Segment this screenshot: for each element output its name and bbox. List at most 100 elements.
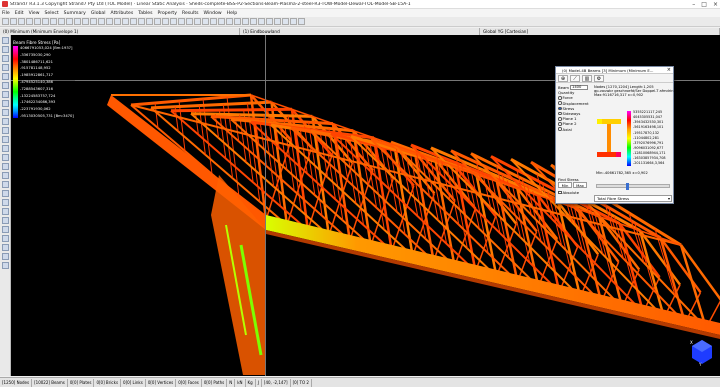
quantity-radio[interactable]: [558, 122, 562, 126]
side-tool-icon[interactable]: [1, 154, 9, 161]
toolbar-tool-icon[interactable]: [74, 18, 81, 25]
find-max-button[interactable]: Max: [573, 182, 587, 188]
side-tool-icon[interactable]: [1, 46, 9, 53]
quantity-radio[interactable]: [558, 111, 562, 116]
menu-attributes[interactable]: Attributes: [111, 11, 134, 16]
toolbar-tool-icon[interactable]: [290, 18, 297, 25]
menu-file[interactable]: File: [2, 11, 10, 16]
toolbar-tool-icon[interactable]: [66, 18, 73, 25]
toolbar-tool-icon[interactable]: [82, 18, 89, 25]
quantity-radio[interactable]: [558, 96, 562, 100]
side-tool-icon[interactable]: [1, 226, 9, 233]
side-tool-icon[interactable]: [1, 244, 9, 251]
toolbar-tool-icon[interactable]: [298, 18, 305, 25]
side-tool-icon[interactable]: [1, 100, 9, 107]
side-tool-icon[interactable]: [1, 208, 9, 215]
side-tool-icon[interactable]: [1, 73, 9, 80]
menu-help[interactable]: Help: [227, 11, 237, 16]
quantity-radio[interactable]: [558, 101, 562, 105]
dialog-close-icon[interactable]: ×: [667, 67, 671, 73]
toolbar-tool-icon[interactable]: [98, 18, 105, 25]
orientation-cube-icon[interactable]: X Y: [690, 336, 714, 366]
menu-select[interactable]: Select: [45, 11, 59, 16]
toolbar-tool-icon[interactable]: [210, 18, 217, 25]
maximize-button[interactable]: □: [701, 1, 707, 8]
side-tool-icon[interactable]: [1, 181, 9, 188]
dialog-tool-section-icon[interactable]: ▥: [582, 75, 592, 82]
side-tool-icon[interactable]: [1, 253, 9, 260]
dialog-tool-settings-icon[interactable]: ⚙: [594, 75, 604, 82]
absolute-checkbox[interactable]: [558, 190, 562, 195]
stress-type-select[interactable]: Total Fibre Stress ▾: [594, 195, 672, 202]
side-tool-icon[interactable]: [1, 109, 9, 116]
quantity-radio[interactable]: [558, 106, 562, 111]
side-tool-icon[interactable]: [1, 55, 9, 62]
minimize-button[interactable]: –: [692, 1, 695, 8]
tab-global-coordinate-system[interactable]: Global YG [Cartesian]: [480, 28, 720, 35]
menu-property[interactable]: Property: [158, 11, 177, 16]
side-tool-icon[interactable]: [1, 127, 9, 134]
toolbar-tool-icon[interactable]: [50, 18, 57, 25]
toolbar-tool-icon[interactable]: [186, 18, 193, 25]
toolbar-tool-icon[interactable]: [130, 18, 137, 25]
menu-results[interactable]: Results: [182, 11, 199, 16]
toolbar-tool-icon[interactable]: [106, 18, 113, 25]
dialog-tool-diagram-icon[interactable]: ⟋: [570, 75, 580, 82]
find-min-button[interactable]: Min: [558, 182, 572, 188]
toolbar-tool-icon[interactable]: [2, 18, 9, 25]
toolbar-tool-icon[interactable]: [170, 18, 177, 25]
toolbar-tool-icon[interactable]: [234, 18, 241, 25]
toolbar-tool-icon[interactable]: [42, 18, 49, 25]
toolbar-tool-icon[interactable]: [122, 18, 129, 25]
toolbar-tool-icon[interactable]: [258, 18, 265, 25]
toolbar-tool-icon[interactable]: [10, 18, 17, 25]
slider-knob[interactable]: [626, 183, 629, 190]
quantity-option[interactable]: Axial: [558, 127, 592, 132]
toolbar-tool-icon[interactable]: [202, 18, 209, 25]
side-tool-icon[interactable]: [1, 199, 9, 206]
menu-summary[interactable]: Summary: [64, 11, 86, 16]
menu-tables[interactable]: Tables: [138, 11, 152, 16]
toolbar-tool-icon[interactable]: [114, 18, 121, 25]
side-tool-icon[interactable]: [1, 91, 9, 98]
toolbar-tool-icon[interactable]: [90, 18, 97, 25]
side-tool-icon[interactable]: [1, 262, 9, 269]
toolbar-tool-icon[interactable]: [218, 18, 225, 25]
toolbar-tool-icon[interactable]: [18, 18, 25, 25]
toolbar-tool-icon[interactable]: [138, 18, 145, 25]
toolbar-tool-icon[interactable]: [154, 18, 161, 25]
tab-eindbouwland[interactable]: (1) Eindbouwland: [240, 28, 480, 35]
dialog-tool-select-icon[interactable]: ⊕: [558, 75, 568, 82]
toolbar-tool-icon[interactable]: [34, 18, 41, 25]
side-tool-icon[interactable]: [1, 172, 9, 179]
toolbar-tool-icon[interactable]: [266, 18, 273, 25]
side-tool-icon[interactable]: [1, 118, 9, 125]
side-tool-icon[interactable]: [1, 82, 9, 89]
toolbar-tool-icon[interactable]: [178, 18, 185, 25]
position-slider[interactable]: [596, 183, 670, 190]
side-tool-icon[interactable]: [1, 235, 9, 242]
quantity-radio[interactable]: [558, 127, 562, 131]
side-tool-icon[interactable]: [1, 136, 9, 143]
toolbar-tool-icon[interactable]: [162, 18, 169, 25]
toolbar-tool-icon[interactable]: [194, 18, 201, 25]
menu-global[interactable]: Global: [91, 11, 106, 16]
side-tool-icon[interactable]: [1, 190, 9, 197]
side-tool-icon[interactable]: [1, 37, 9, 44]
toolbar-tool-icon[interactable]: [274, 18, 281, 25]
quantity-radio[interactable]: [558, 117, 562, 121]
menu-window[interactable]: Window: [204, 11, 222, 16]
side-tool-icon[interactable]: [1, 64, 9, 71]
toolbar-tool-icon[interactable]: [226, 18, 233, 25]
close-button[interactable]: ×: [713, 1, 718, 8]
menu-edit[interactable]: Edit: [15, 11, 24, 16]
toolbar-tool-icon[interactable]: [282, 18, 289, 25]
toolbar-tool-icon[interactable]: [58, 18, 65, 25]
toolbar-tool-icon[interactable]: [146, 18, 153, 25]
toolbar-tool-icon[interactable]: [242, 18, 249, 25]
absolute-option[interactable]: Absolute: [558, 190, 579, 195]
side-tool-icon[interactable]: [1, 145, 9, 152]
menu-view[interactable]: View: [29, 11, 40, 16]
side-tool-icon[interactable]: [1, 163, 9, 170]
tab-minimum-envelope[interactable]: (0) Minimum (Minimum Envelope 1): [0, 28, 240, 35]
